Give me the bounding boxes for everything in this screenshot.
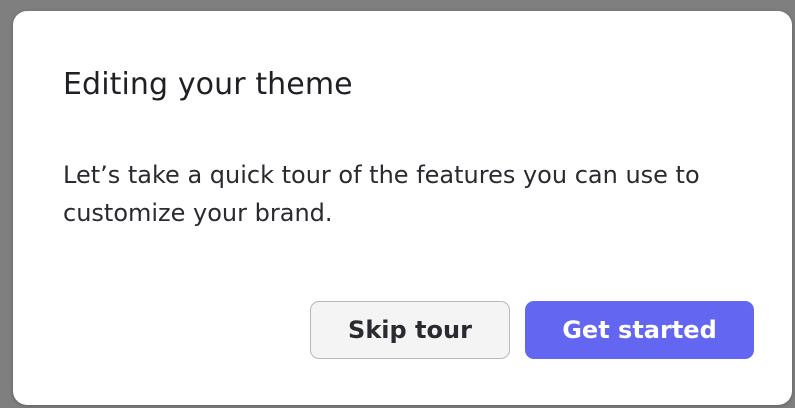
dialog-title: Editing your theme xyxy=(63,67,353,102)
tour-dialog: Editing your theme Let’s take a quick to… xyxy=(13,11,792,405)
get-started-button[interactable]: Get started xyxy=(525,301,754,359)
dialog-body-text: Let’s take a quick tour of the features … xyxy=(63,161,700,227)
skip-tour-button[interactable]: Skip tour xyxy=(310,301,510,359)
